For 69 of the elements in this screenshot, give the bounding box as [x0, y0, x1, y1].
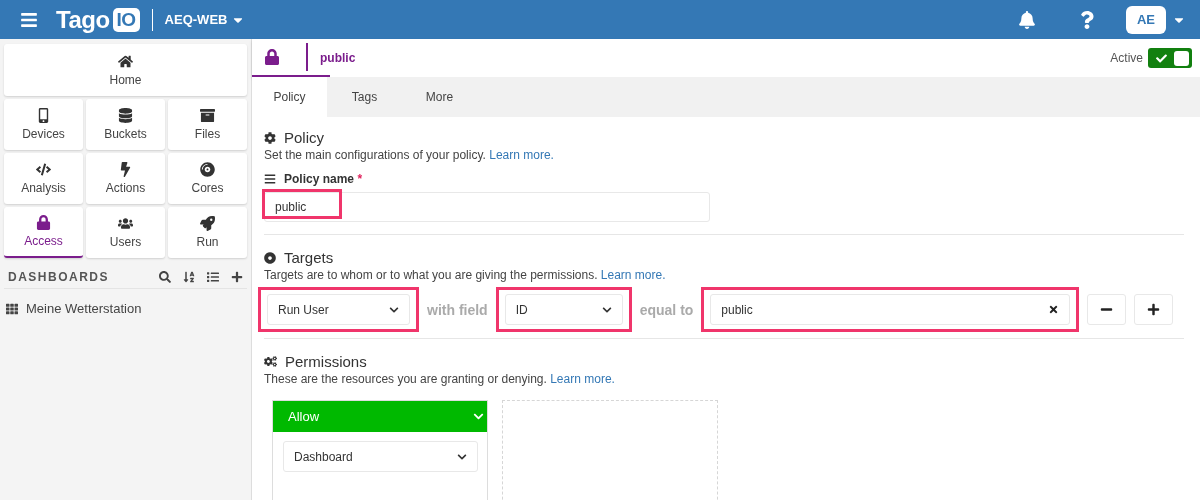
- database-icon: [118, 108, 133, 123]
- input-field[interactable]: public: [710, 294, 1071, 325]
- section-description: Set the main configurations of your policy. Learn more.: [264, 148, 555, 162]
- grid-icon: [6, 302, 18, 315]
- help-icon[interactable]: [1078, 10, 1096, 29]
- nav-tile[interactable]: Analysis: [4, 153, 83, 204]
- bell-icon[interactable]: [1018, 10, 1036, 29]
- workspace-name[interactable]: AEQ-WEB: [164, 12, 228, 27]
- learn-more-link[interactable]: Learn more.: [550, 372, 615, 386]
- dashboard-item[interactable]: Meine Wetterstation: [26, 301, 142, 316]
- add-icon[interactable]: [231, 271, 243, 283]
- nav-tile[interactable]: Actions: [86, 153, 165, 204]
- chevron-down-icon: [457, 451, 467, 462]
- mobile-icon: [36, 108, 51, 123]
- rocket-icon: [200, 216, 215, 231]
- section-title: Permissions: [285, 353, 367, 370]
- users-icon: [118, 216, 133, 231]
- bolt-icon: [118, 162, 133, 177]
- logo: Tago IO: [56, 5, 140, 34]
- clear-icon[interactable]: [1048, 304, 1060, 315]
- avatar-button[interactable]: AE: [1126, 5, 1166, 34]
- target-select[interactable]: Run User: [267, 294, 410, 325]
- list-icon: [264, 173, 276, 185]
- code-icon: [36, 162, 51, 177]
- chevron-down-icon: [473, 411, 484, 422]
- sort-icon[interactable]: [183, 271, 195, 283]
- target-icon: [264, 251, 276, 264]
- nav-tile[interactable]: Home: [4, 44, 247, 96]
- connector-text: with field: [427, 301, 488, 318]
- section-description: Targets are to whom or to what you are giving the permissions. Learn more.: [264, 268, 667, 282]
- nav-tile[interactable]: Cores: [168, 153, 247, 204]
- field-label: Policy name *: [284, 172, 363, 186]
- chevron-down-icon: [389, 304, 399, 315]
- lock-icon: [264, 49, 280, 65]
- tab[interactable]: Policy: [252, 77, 327, 117]
- tab[interactable]: Tags: [327, 77, 402, 117]
- connector-text: equal to: [639, 301, 694, 318]
- home-icon: [118, 53, 133, 69]
- field-select[interactable]: ID: [504, 294, 623, 325]
- search-icon[interactable]: [159, 271, 171, 283]
- tab[interactable]: More: [402, 77, 477, 117]
- nav-tile[interactable]: Files: [168, 99, 247, 150]
- check-icon: [1156, 52, 1167, 64]
- gears-icon: [264, 355, 277, 368]
- cabinet-icon: [200, 108, 215, 123]
- plus-icon: [1147, 303, 1161, 316]
- learn-more-link[interactable]: Learn more.: [489, 148, 554, 162]
- lock-icon: [36, 215, 51, 230]
- nav-tile[interactable]: Run: [168, 207, 247, 258]
- section-title: Targets: [284, 249, 334, 266]
- list-icon[interactable]: [207, 271, 219, 283]
- section-title: Policy: [284, 129, 324, 146]
- nav-tile[interactable]: Access: [4, 207, 83, 258]
- policy-name: public: [320, 51, 356, 65]
- remove-button[interactable]: [1087, 294, 1127, 325]
- section-title: DASHBOARDS: [8, 270, 110, 284]
- menu-icon[interactable]: [20, 10, 38, 29]
- resource-select[interactable]: Dashboard: [283, 441, 478, 472]
- gear-icon: [264, 131, 276, 144]
- nav-tile[interactable]: Buckets: [86, 99, 165, 150]
- add-button[interactable]: [1134, 294, 1174, 325]
- chevron-down-icon: [601, 304, 612, 315]
- input-field[interactable]: public: [264, 192, 710, 222]
- active-label: Active: [1110, 51, 1143, 65]
- section-description: These are the resources you are granting or denying. Learn more.: [264, 372, 616, 386]
- nav-tile[interactable]: Devices: [4, 99, 83, 150]
- learn-more-link[interactable]: Learn more.: [600, 268, 666, 282]
- active-toggle[interactable]: [1148, 48, 1192, 68]
- nav-tile[interactable]: Users: [86, 207, 165, 258]
